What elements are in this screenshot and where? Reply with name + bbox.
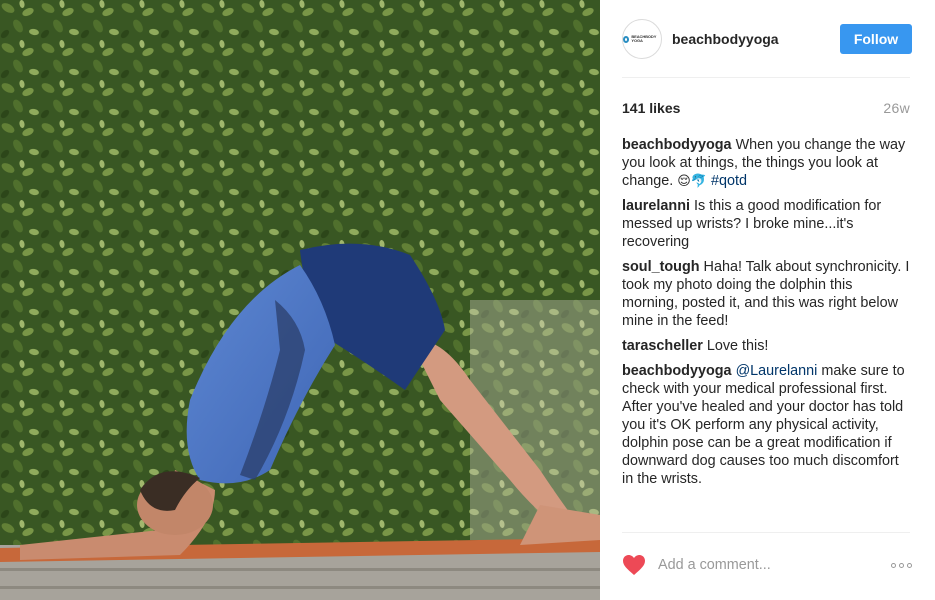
header-divider xyxy=(622,77,910,78)
post-details-panel: BEACHBODY YOGA beachbodyyoga Follow 141 … xyxy=(600,0,935,600)
comment-author[interactable]: laurelanni xyxy=(622,198,690,214)
comment-author[interactable]: soul_tough xyxy=(622,259,700,275)
comment-text: make sure to check with your medical pro… xyxy=(622,363,905,487)
comment-item: laurelanni Is this a good modification f… xyxy=(622,197,910,251)
avatar[interactable]: BEACHBODY YOGA xyxy=(622,19,662,59)
add-comment-input[interactable] xyxy=(658,557,868,573)
post-photo[interactable] xyxy=(0,0,600,600)
comment-item: soul_tough Haha! Talk about synchronicit… xyxy=(622,258,910,330)
dot xyxy=(891,562,896,568)
hashtag-link[interactable]: #qotd xyxy=(711,173,747,189)
dot xyxy=(907,562,912,568)
avatar-logo-text: BEACHBODY YOGA xyxy=(631,34,657,43)
comment-text: Love this! xyxy=(706,338,769,354)
comment-bar xyxy=(622,548,912,582)
dot xyxy=(899,562,904,568)
comment-author[interactable]: tarascheller xyxy=(622,338,703,354)
comments-list: beachbodyyoga When you change the way yo… xyxy=(622,136,910,495)
username-link[interactable]: beachbodyyoga xyxy=(672,31,779,47)
mention-link[interactable]: @Laurelanni xyxy=(736,363,818,379)
comment-item: tarascheller Love this! xyxy=(622,337,910,355)
follow-button[interactable]: Follow xyxy=(840,24,912,54)
post-stats: 141 likes 26w xyxy=(622,98,910,118)
more-options-icon[interactable] xyxy=(891,562,912,568)
comment-author[interactable]: beachbodyyoga xyxy=(622,363,732,379)
post-header: BEACHBODY YOGA beachbodyyoga Follow xyxy=(622,18,912,60)
footer-divider xyxy=(622,532,910,533)
heart-icon[interactable] xyxy=(622,554,646,576)
post-age[interactable]: 26w xyxy=(883,100,910,116)
comment-author[interactable]: beachbodyyoga xyxy=(622,137,732,153)
avatar-logo: BEACHBODY YOGA xyxy=(623,35,661,43)
comment-emoji: 😌🐬 xyxy=(677,173,707,188)
logo-circle-icon xyxy=(623,35,630,43)
comment-item: beachbodyyoga When you change the way yo… xyxy=(622,136,910,190)
yoga-photo-image xyxy=(0,0,600,600)
comment-item: beachbodyyoga @Laurelanni make sure to c… xyxy=(622,362,910,488)
likes-count[interactable]: 141 likes xyxy=(622,100,680,116)
